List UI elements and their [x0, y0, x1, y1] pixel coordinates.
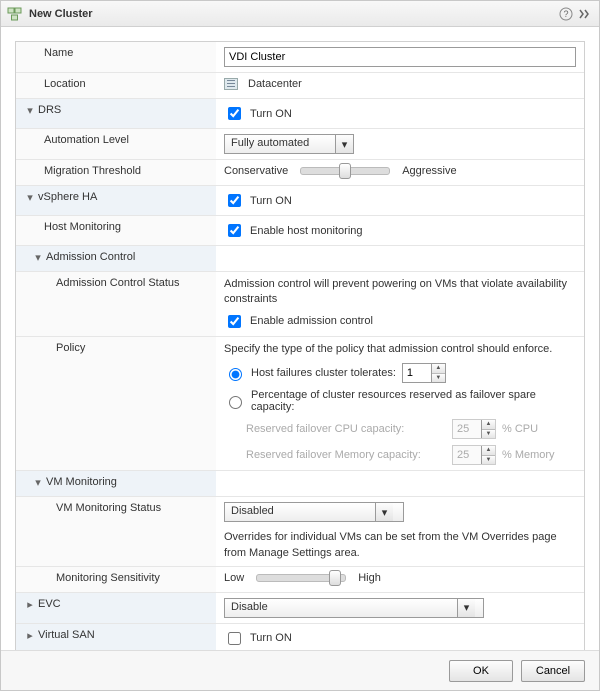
policy-desc: Specify the type of the policy that admi… [224, 342, 576, 357]
policy-host-failures-radio[interactable]: Host failures cluster tolerates: [224, 365, 396, 381]
vsan-turn-on-checkbox[interactable]: Turn ON [224, 629, 292, 648]
reserved-memory-label: Reserved failover Memory capacity: [246, 449, 446, 461]
vsphere-ha-section[interactable]: ▾vSphere HA [16, 186, 216, 215]
spinner-down-icon: ▼ [432, 374, 445, 383]
enable-admission-control-checkbox[interactable]: Enable admission control [224, 312, 373, 331]
evc-section[interactable]: ▸EVC [16, 593, 216, 623]
new-cluster-dialog: New Cluster ? Name Location Datacenter [0, 0, 600, 691]
reserved-cpu-unit: % CPU [502, 423, 538, 435]
automation-level-select[interactable]: Fully automated ▾ [224, 134, 354, 154]
svg-text:?: ? [563, 9, 568, 19]
location-value: Datacenter [248, 78, 302, 90]
slider-thumb[interactable] [339, 163, 351, 179]
policy-percentage-radio[interactable]: Percentage of cluster resources reserved… [224, 389, 576, 413]
slider-thumb[interactable] [329, 570, 341, 586]
help-icon[interactable]: ? [557, 5, 575, 23]
vm-monitoring-desc: Overrides for individual VMs can be set … [224, 530, 576, 561]
automation-level-label: Automation Level [16, 129, 216, 159]
evc-select[interactable]: Disable ▾ [224, 598, 484, 618]
location-label: Location [16, 73, 216, 98]
settings-panel: Name Location Datacenter ▾DRS Turn ON [15, 41, 585, 650]
migration-threshold-slider[interactable] [300, 167, 390, 175]
name-label: Name [16, 42, 216, 72]
ok-button[interactable]: OK [449, 660, 513, 682]
reserved-memory-unit: % Memory [502, 449, 555, 461]
caret-down-icon: ▾ [32, 476, 44, 489]
caret-down-icon: ▾ [24, 191, 36, 204]
dialog-body: Name Location Datacenter ▾DRS Turn ON [1, 27, 599, 650]
name-input[interactable] [224, 47, 576, 67]
admission-control-section[interactable]: ▾Admission Control [16, 246, 216, 271]
monitoring-sensitivity-slider[interactable] [256, 574, 346, 582]
drs-turn-on-checkbox[interactable]: Turn ON [224, 104, 292, 123]
vm-monitoring-status-label: VM Monitoring Status [16, 497, 216, 566]
migration-threshold-left: Conservative [224, 165, 288, 177]
caret-right-icon: ▸ [24, 629, 36, 642]
vsphere-ha-turn-on-checkbox[interactable]: Turn ON [224, 191, 292, 210]
cancel-button[interactable]: Cancel [521, 660, 585, 682]
caret-down-icon: ▾ [24, 104, 36, 117]
enable-host-monitoring-checkbox[interactable]: Enable host monitoring [224, 221, 363, 240]
dialog-title: New Cluster [29, 8, 557, 20]
cluster-icon [7, 6, 23, 22]
caret-down-icon: ▾ [32, 251, 44, 264]
reserved-cpu-spinner: ▲▼ [452, 419, 496, 439]
dialog-footer: OK Cancel [1, 650, 599, 690]
migration-threshold-right: Aggressive [402, 165, 456, 177]
host-failures-spinner[interactable]: ▲▼ [402, 363, 446, 383]
vm-monitoring-status-select[interactable]: Disabled ▾ [224, 502, 404, 522]
reserved-memory-spinner: ▲▼ [452, 445, 496, 465]
monitoring-sensitivity-label: Monitoring Sensitivity [16, 567, 216, 592]
spinner-up-icon: ▲ [432, 364, 445, 374]
chevron-down-icon: ▾ [457, 599, 475, 617]
reserved-cpu-label: Reserved failover CPU capacity: [246, 423, 446, 435]
virtual-san-section[interactable]: ▸Virtual SAN [16, 624, 216, 650]
admission-control-status-label: Admission Control Status [16, 272, 216, 336]
datacenter-icon [224, 78, 238, 90]
admission-control-desc: Admission control will prevent powering … [224, 277, 576, 308]
policy-label: Policy [16, 337, 216, 470]
monitoring-sensitivity-high: High [358, 572, 381, 584]
chevron-down-icon: ▾ [335, 135, 353, 153]
host-monitoring-label: Host Monitoring [16, 216, 216, 245]
drs-section[interactable]: ▾DRS [16, 99, 216, 128]
chevron-down-icon: ▾ [375, 503, 393, 521]
caret-right-icon: ▸ [24, 598, 36, 611]
migration-threshold-label: Migration Threshold [16, 160, 216, 185]
monitoring-sensitivity-low: Low [224, 572, 244, 584]
vm-monitoring-section[interactable]: ▾VM Monitoring [16, 471, 216, 496]
expand-icon[interactable] [575, 5, 593, 23]
titlebar: New Cluster ? [1, 1, 599, 27]
